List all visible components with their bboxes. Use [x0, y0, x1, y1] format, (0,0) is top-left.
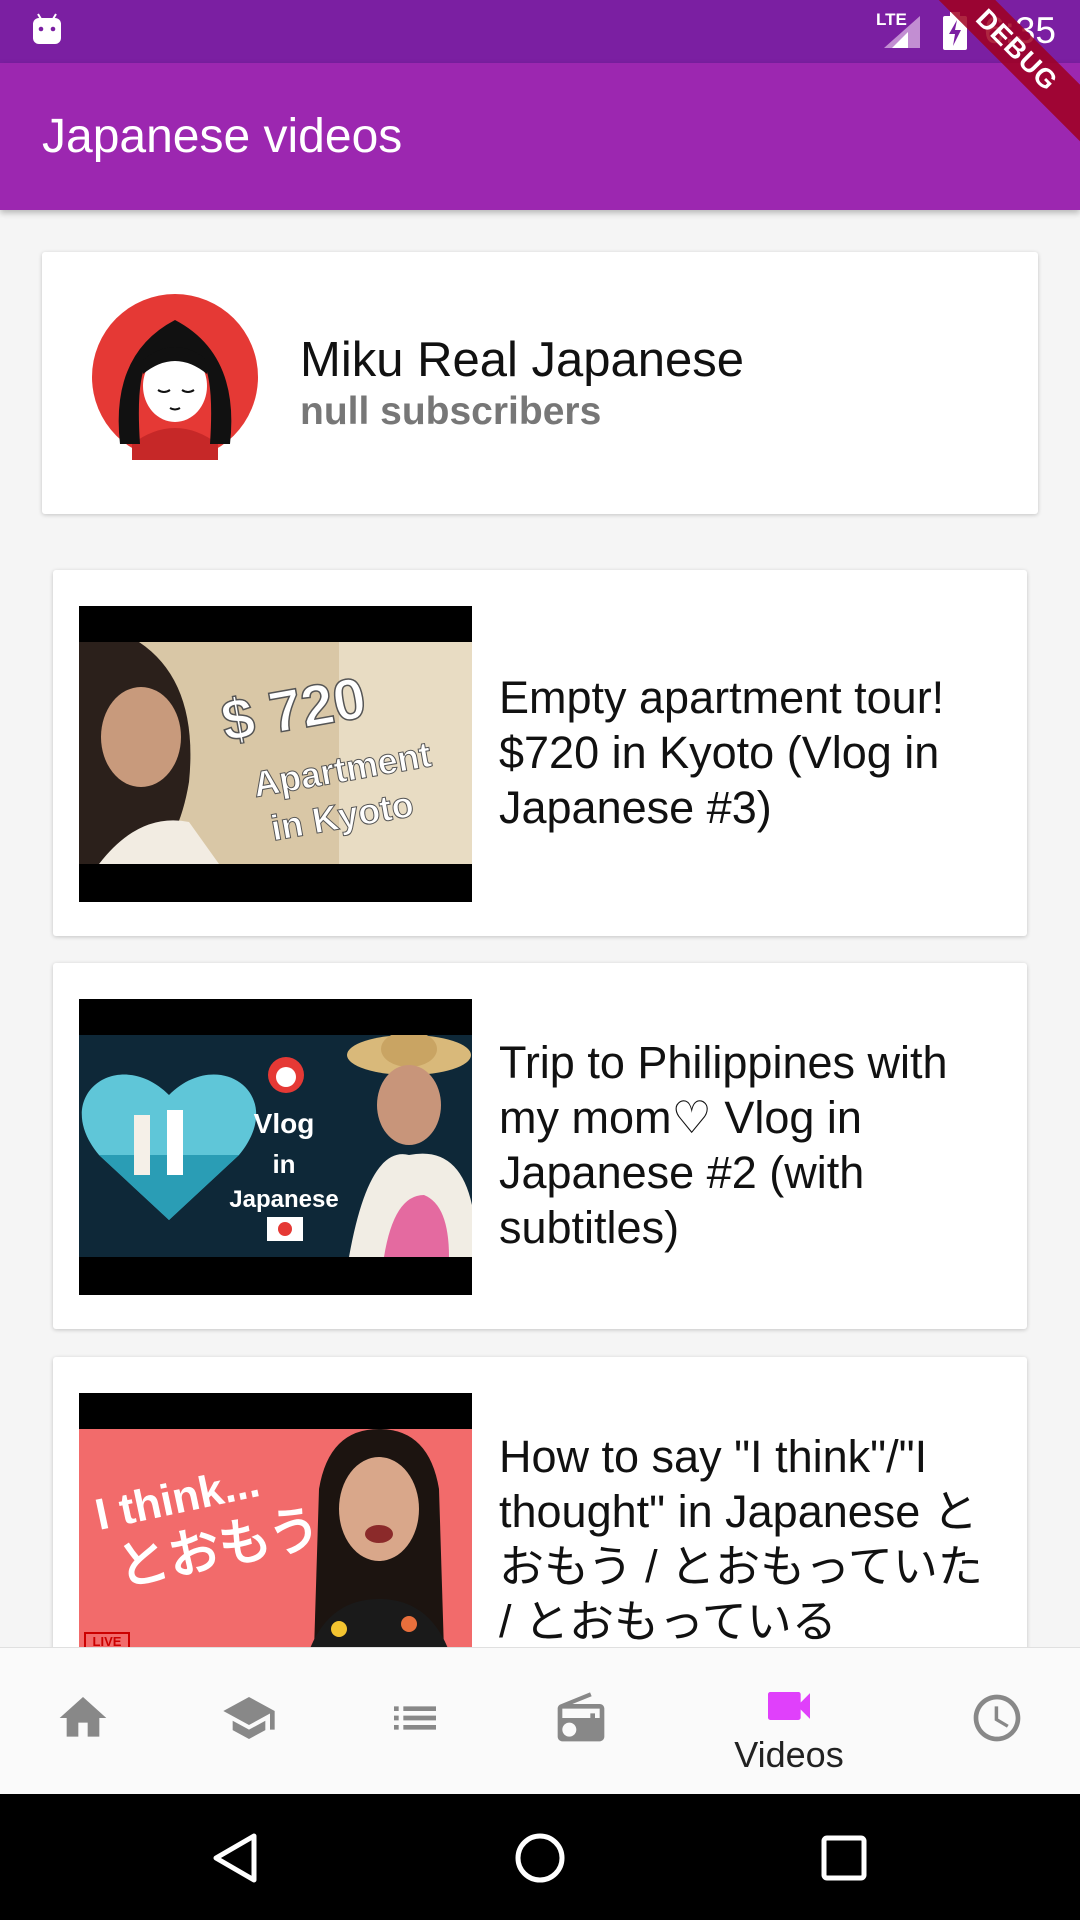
home-icon [59, 1697, 107, 1737]
videocam-icon [768, 1692, 810, 1720]
nav-item-label: Videos [734, 1734, 844, 1775]
thumb-text: in [272, 1149, 295, 1179]
status-bar: LTE 6:35 [0, 0, 1080, 63]
video-list[interactable]: $ 720 Apartment in Kyoto Empty apartment… [0, 540, 1080, 1647]
video-thumbnail: I think... とおもう LIVE [79, 1393, 472, 1647]
video-card[interactable]: Vlog in Japanese Trip to Philippines wit… [53, 963, 1027, 1329]
radio-icon [557, 1692, 605, 1742]
thumb-text: Vlog [254, 1108, 315, 1139]
nav-item-learn[interactable] [166, 1648, 332, 1795]
page-title: Japanese videos [42, 110, 403, 163]
system-navigation-bar [0, 1794, 1080, 1920]
list-icon [394, 1706, 436, 1730]
video-thumbnail: $ 720 Apartment in Kyoto [79, 606, 472, 902]
channel-card[interactable]: Miku Real Japanese null subscribers [42, 252, 1038, 514]
nav-item-history[interactable] [914, 1648, 1080, 1795]
bottom-navigation: Videos [0, 1647, 1080, 1795]
clock-icon [973, 1694, 1021, 1742]
nav-item-home[interactable] [0, 1648, 166, 1795]
video-thumbnail: Vlog in Japanese [79, 999, 472, 1295]
video-card[interactable]: I think... とおもう LIVE How to say "I think… [53, 1357, 1027, 1647]
school-icon [223, 1697, 275, 1739]
thumb-text: Japanese [229, 1186, 338, 1213]
signal-icon [882, 14, 922, 55]
app-bar: Japanese videos [0, 63, 1080, 210]
home-circle-icon[interactable] [512, 1830, 568, 1886]
video-card[interactable]: $ 720 Apartment in Kyoto Empty apartment… [53, 570, 1027, 936]
recents-icon[interactable] [816, 1830, 872, 1886]
nav-item-videos[interactable]: Videos [706, 1648, 872, 1795]
android-icon [30, 12, 64, 51]
channel-subscribers: null subscribers [300, 390, 602, 433]
video-title: Trip to Philippines with my mom♡ Vlog in… [499, 1037, 948, 1253]
thumb-text: LIVE [93, 1634, 122, 1647]
channel-name: Miku Real Japanese [300, 333, 744, 387]
video-title: Empty apartment tour! $720 in Kyoto (Vlo… [499, 672, 945, 833]
video-title: How to say "I think"/"I thought" in Japa… [499, 1431, 983, 1647]
nav-item-radio[interactable] [498, 1648, 664, 1795]
channel-avatar [92, 294, 258, 460]
back-icon[interactable] [208, 1830, 264, 1886]
nav-item-list[interactable] [332, 1648, 498, 1795]
